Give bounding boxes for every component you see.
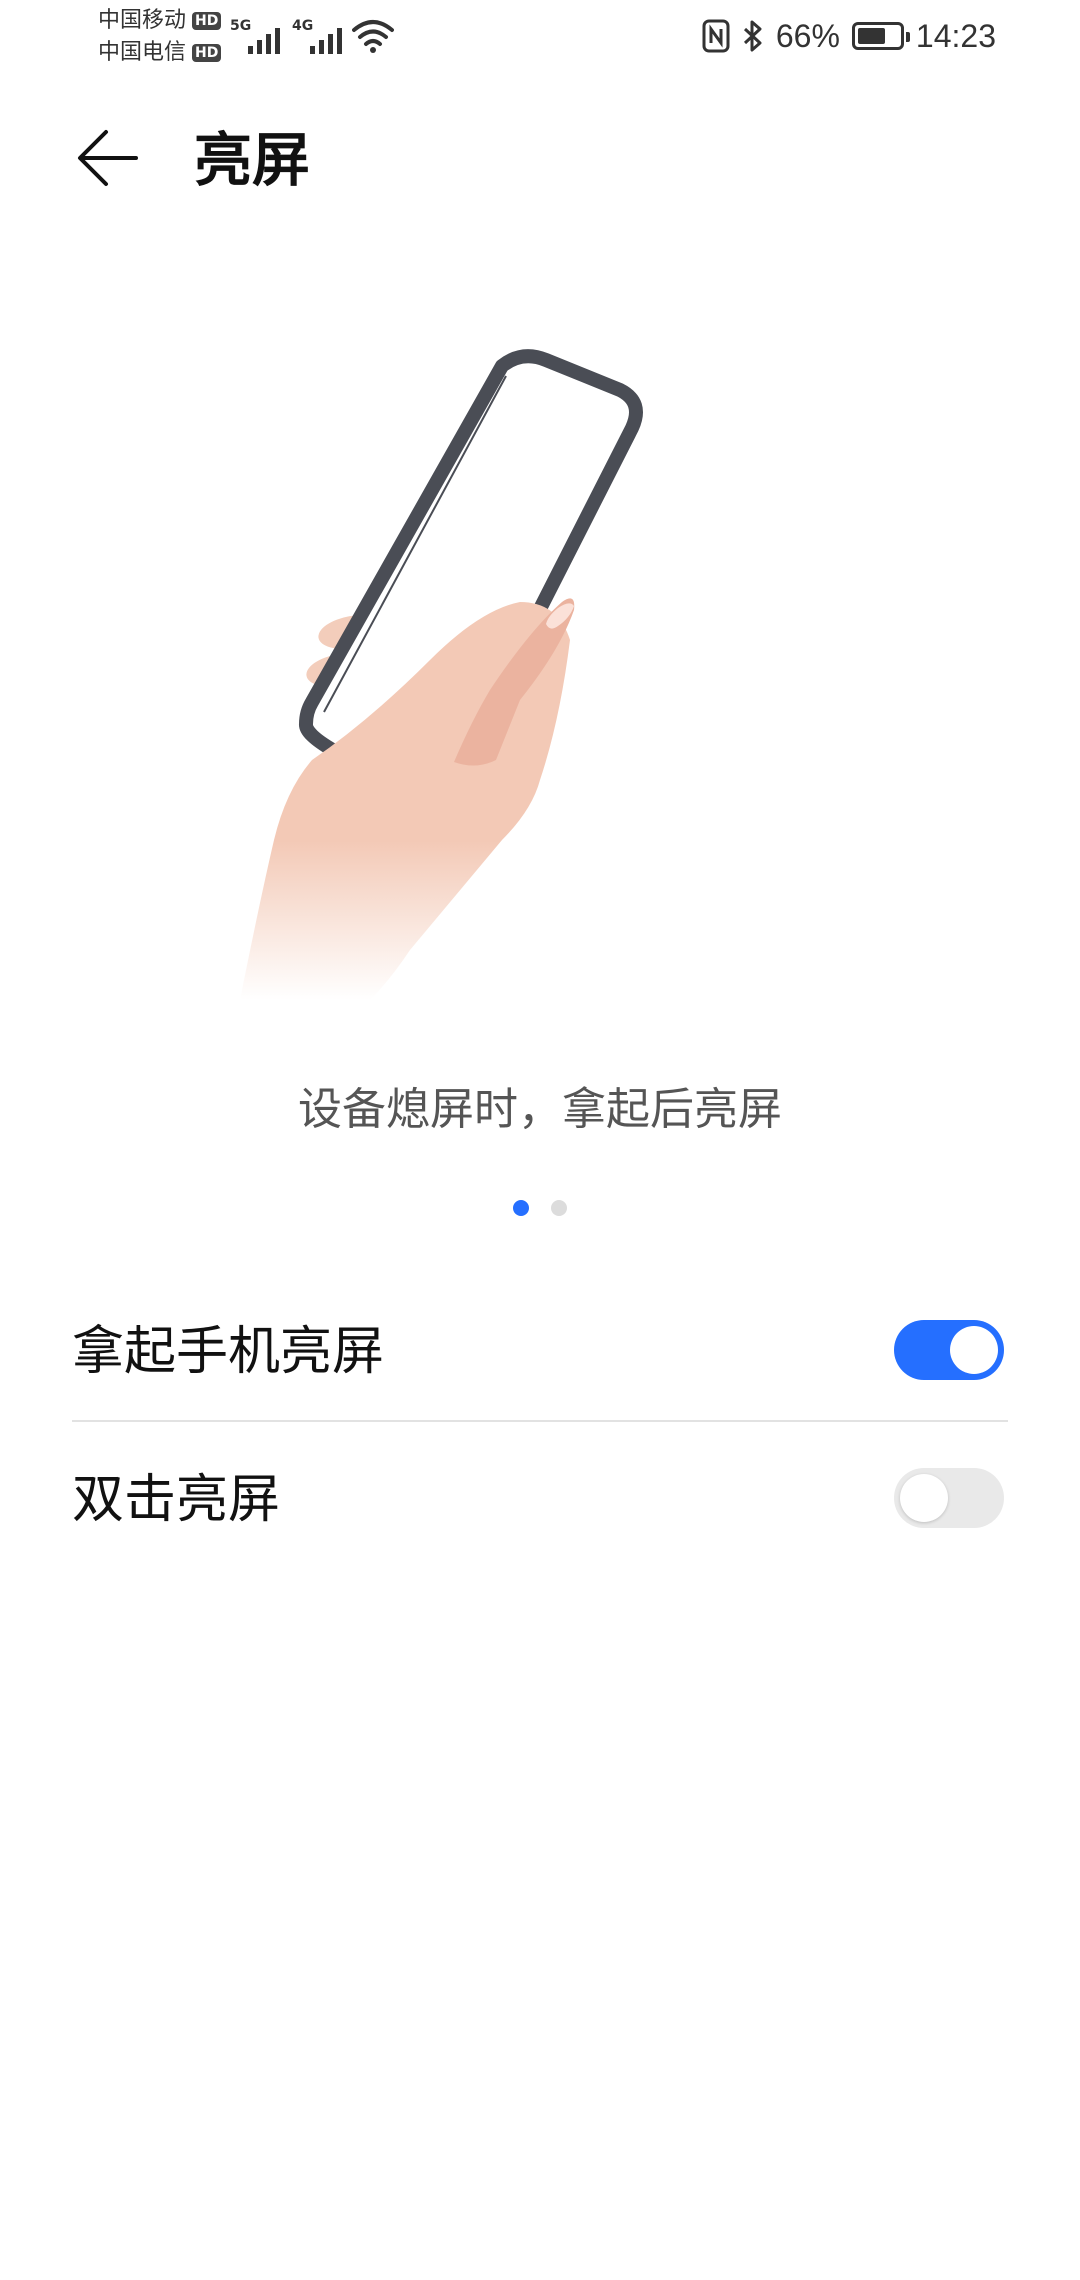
carrier-2: 中国电信 HD [98, 40, 222, 66]
hd-badge-2: HD [192, 44, 222, 62]
carrier-1-label: 中国移动 [98, 8, 187, 33]
setting-row-double-tap-wake[interactable]: 双击亮屏 [72, 1428, 1008, 1572]
status-right: 66% 14:23 [702, 14, 996, 58]
setting-row-pickup-wake[interactable]: 拿起手机亮屏 [72, 1280, 1008, 1424]
setting-label: 双击亮屏 [72, 1470, 281, 1530]
hand-holding-phone-illustration [240, 349, 643, 1000]
arrow-left-icon[interactable] [72, 122, 144, 194]
bluetooth-icon [743, 20, 762, 52]
status-bar: 中国移动 HD 中国电信 HD 5G 4G 66% 14:23 [0, 0, 1080, 72]
page-title: 亮屏 [194, 126, 311, 194]
divider [72, 1420, 1008, 1422]
clock: 14:23 [915, 17, 996, 54]
illustration-caption: 设备熄屏时，拿起后亮屏 [298, 1084, 782, 1135]
battery-icon [851, 22, 910, 50]
page-indicator [0, 1200, 1080, 1216]
signal-icon [248, 28, 280, 54]
signal-icon [310, 28, 342, 54]
wifi-icon [352, 20, 394, 53]
app-bar: 亮屏 [0, 110, 1080, 210]
pickup-wake-toggle[interactable] [894, 1320, 1004, 1380]
page-dot-active[interactable] [513, 1200, 529, 1216]
double-tap-wake-toggle[interactable] [894, 1468, 1004, 1528]
nfc-icon [702, 19, 730, 53]
carrier-2-label: 中国电信 [98, 40, 187, 65]
signal-1: 5G [230, 16, 290, 56]
carrier-1: 中国移动 HD [98, 8, 222, 34]
battery-percent: 66% [775, 17, 840, 54]
setting-label: 拿起手机亮屏 [72, 1322, 385, 1382]
page-dot[interactable] [551, 1200, 567, 1216]
hd-badge-1: HD [192, 12, 222, 30]
signal-2: 4G [292, 16, 352, 56]
